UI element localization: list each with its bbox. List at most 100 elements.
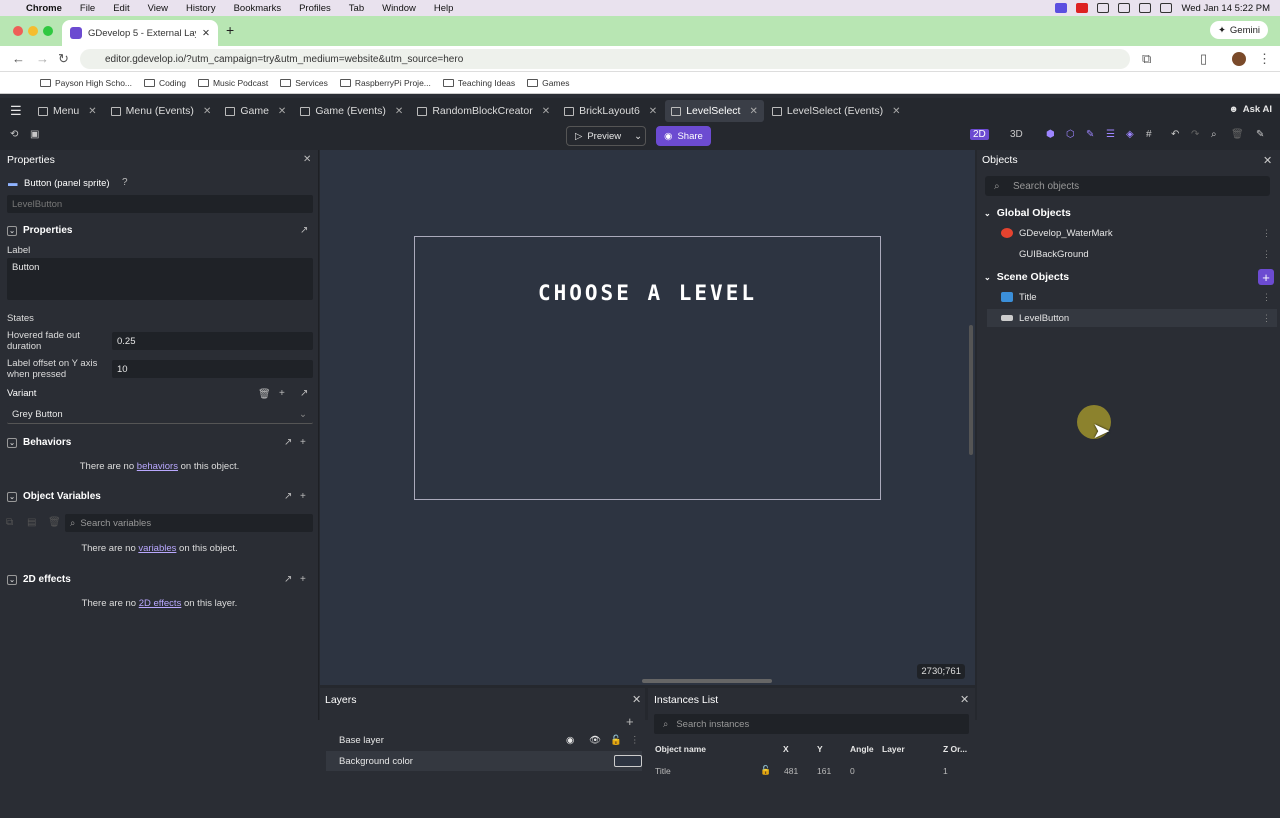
add-object-icon[interactable]: + bbox=[1258, 269, 1274, 285]
bookmark-item[interactable]: Music Podcast bbox=[197, 78, 268, 88]
url-field[interactable]: editor.gdevelop.io/?utm_campaign=try&utm… bbox=[80, 49, 1130, 69]
menu-edit[interactable]: Edit bbox=[113, 3, 129, 14]
editor-tab-game[interactable]: Game ✕ bbox=[219, 100, 292, 122]
close-icon[interactable]: ✕ bbox=[749, 106, 757, 117]
open-external-icon[interactable]: ↗ bbox=[300, 225, 308, 236]
mode-2d-toggle[interactable]: 2D bbox=[970, 129, 989, 140]
redo-icon[interactable]: ↷ bbox=[1191, 129, 1199, 140]
battery-icon[interactable] bbox=[1118, 3, 1131, 13]
editor-tab-randomblockcreator[interactable]: RandomBlockCreator ✕ bbox=[411, 100, 556, 122]
minimize-window-icon[interactable] bbox=[28, 26, 38, 36]
gemini-button[interactable]: ✦ Gemini bbox=[1209, 21, 1268, 39]
instances-search[interactable]: ⌕ Search instances bbox=[654, 714, 969, 734]
close-icon[interactable]: ✕ bbox=[203, 106, 211, 117]
chevron-down-icon[interactable]: ⌄ bbox=[7, 491, 17, 502]
col-layer[interactable]: Layer bbox=[882, 744, 905, 754]
offset-field[interactable]: 10 bbox=[112, 360, 313, 378]
variables-section[interactable]: ⌄ Object Variables bbox=[7, 491, 101, 502]
scene-canvas[interactable]: CHOOSE A LEVEL 2730;761 bbox=[320, 150, 975, 685]
trash-icon[interactable]: 🗑 bbox=[48, 517, 61, 528]
screen-record-icon[interactable] bbox=[1055, 3, 1068, 13]
open-external-icon[interactable]: ↗ bbox=[284, 491, 292, 502]
bookmark-item[interactable]: Services bbox=[280, 78, 328, 88]
vertical-scrollbar[interactable] bbox=[969, 325, 973, 455]
kebab-menu-icon[interactable]: ⋮ bbox=[1258, 51, 1271, 67]
scene-objects-group[interactable]: ⌄ Scene Objects bbox=[984, 271, 1069, 283]
effects-link[interactable]: 2D effects bbox=[139, 598, 182, 609]
chevron-down-icon[interactable]: ⌄ bbox=[984, 209, 991, 218]
browser-tab[interactable]: GDevelop 5 - External Layout ✕ bbox=[62, 20, 218, 46]
zoom-icon[interactable]: ⌕ bbox=[1211, 129, 1217, 140]
editor-tab-game-events[interactable]: Game (Events) ✕ bbox=[294, 100, 409, 122]
new-tab-icon[interactable]: + bbox=[226, 22, 234, 38]
menu-profiles[interactable]: Profiles bbox=[299, 3, 331, 14]
hover-field[interactable]: 0.25 bbox=[112, 332, 313, 350]
open-external-icon[interactable]: ↗ bbox=[284, 437, 292, 448]
ask-ai-button[interactable]: ☻ Ask AI bbox=[1229, 104, 1272, 115]
editor-tab-levelselect-events[interactable]: LevelSelect (Events) ✕ bbox=[766, 100, 907, 122]
menu-history[interactable]: History bbox=[186, 3, 216, 14]
groups-icon[interactable]: ⬡ bbox=[1066, 129, 1075, 140]
side-panel-icon[interactable]: ▯ bbox=[1200, 51, 1207, 67]
bookmark-item[interactable]: Coding bbox=[144, 78, 186, 88]
editor-tab-menu-events[interactable]: Menu (Events) ✕ bbox=[105, 100, 218, 122]
scene-title-text[interactable]: CHOOSE A LEVEL bbox=[415, 281, 880, 305]
preview-button[interactable]: ▷ Preview ⌄ bbox=[566, 126, 646, 146]
close-icon[interactable]: ✕ bbox=[892, 106, 900, 117]
edit-icon[interactable]: ✎ bbox=[1256, 129, 1264, 140]
variables-link[interactable]: variables bbox=[138, 543, 176, 554]
col-y[interactable]: Y bbox=[817, 744, 823, 754]
paste-icon[interactable]: ▤ bbox=[27, 517, 36, 528]
profile-avatar[interactable] bbox=[1232, 52, 1246, 66]
chevron-down-icon[interactable]: ⌄ bbox=[984, 273, 991, 282]
behaviors-section[interactable]: ⌄ Behaviors bbox=[7, 437, 71, 448]
label-textarea[interactable]: Button bbox=[7, 258, 313, 300]
close-window-icon[interactable] bbox=[13, 26, 23, 36]
bookmark-item[interactable]: RaspberryPi Proje... bbox=[339, 78, 431, 88]
editor-tab-menu[interactable]: Menu ✕ bbox=[32, 100, 103, 122]
delete-icon[interactable]: 🗑 bbox=[1231, 129, 1244, 140]
chevron-down-icon[interactable]: ⌄ bbox=[634, 131, 642, 142]
close-icon[interactable]: ✕ bbox=[542, 106, 550, 117]
more-icon[interactable]: ⋮ bbox=[1262, 228, 1271, 239]
col-z-order[interactable]: Z Or... bbox=[943, 744, 967, 754]
horizontal-scrollbar[interactable] bbox=[642, 679, 772, 683]
global-objects-group[interactable]: ⌄ Global Objects bbox=[984, 207, 1071, 219]
help-icon[interactable]: ? bbox=[122, 177, 128, 188]
close-icon[interactable]: ✕ bbox=[1263, 154, 1272, 167]
record-icon[interactable] bbox=[1076, 3, 1089, 13]
editor-tab-levelselect[interactable]: LevelSelect ✕ bbox=[665, 100, 764, 122]
image-icon[interactable]: ▣ bbox=[30, 129, 39, 140]
trash-icon[interactable]: 🗑 bbox=[258, 389, 271, 400]
variables-search[interactable]: ⌕ Search variables bbox=[65, 514, 313, 532]
close-icon[interactable]: ✕ bbox=[960, 693, 969, 706]
close-icon[interactable]: ✕ bbox=[649, 106, 657, 117]
open-external-icon[interactable]: ↗ bbox=[300, 388, 308, 399]
more-icon[interactable]: ⋮ bbox=[1262, 292, 1271, 303]
menu-help[interactable]: Help bbox=[434, 3, 454, 14]
add-layer-icon[interactable]: + bbox=[626, 714, 634, 729]
object-item[interactable]: Title ⋮ bbox=[987, 288, 1277, 306]
bookmark-item[interactable]: Payson High Scho... bbox=[40, 78, 132, 88]
more-icon[interactable]: ⋮ bbox=[1262, 249, 1271, 260]
objects-search[interactable]: ⌕ Search objects bbox=[985, 176, 1270, 196]
reload-icon[interactable]: ↻ bbox=[58, 51, 69, 67]
radio-selected-icon[interactable]: ◉ bbox=[566, 735, 574, 746]
mode-3d-toggle[interactable]: 3D bbox=[1010, 129, 1023, 140]
zoom-window-icon[interactable] bbox=[43, 26, 53, 36]
eye-icon[interactable]: 👁 bbox=[589, 735, 601, 746]
menu-bookmarks[interactable]: Bookmarks bbox=[234, 3, 282, 14]
effects-section[interactable]: ⌄ 2D effects bbox=[7, 574, 71, 585]
undo-icon[interactable]: ↶ bbox=[1171, 129, 1179, 140]
search-icon[interactable] bbox=[1139, 3, 1152, 13]
object-item[interactable]: GUIBackGround ⋮ bbox=[987, 245, 1277, 263]
col-object-name[interactable]: Object name bbox=[655, 744, 706, 754]
menu-app-name[interactable]: Chrome bbox=[26, 3, 62, 14]
add-icon[interactable]: + bbox=[279, 388, 285, 399]
clock[interactable]: Wed Jan 14 5:22 PM bbox=[1181, 3, 1270, 14]
properties-icon[interactable]: ✎ bbox=[1086, 129, 1094, 140]
unlock-icon[interactable]: 🔓 bbox=[610, 735, 622, 746]
layers-icon[interactable]: ◈ bbox=[1126, 129, 1134, 140]
back-icon[interactable]: ← bbox=[12, 51, 25, 66]
bookmark-item[interactable]: Teaching Ideas bbox=[442, 78, 515, 88]
